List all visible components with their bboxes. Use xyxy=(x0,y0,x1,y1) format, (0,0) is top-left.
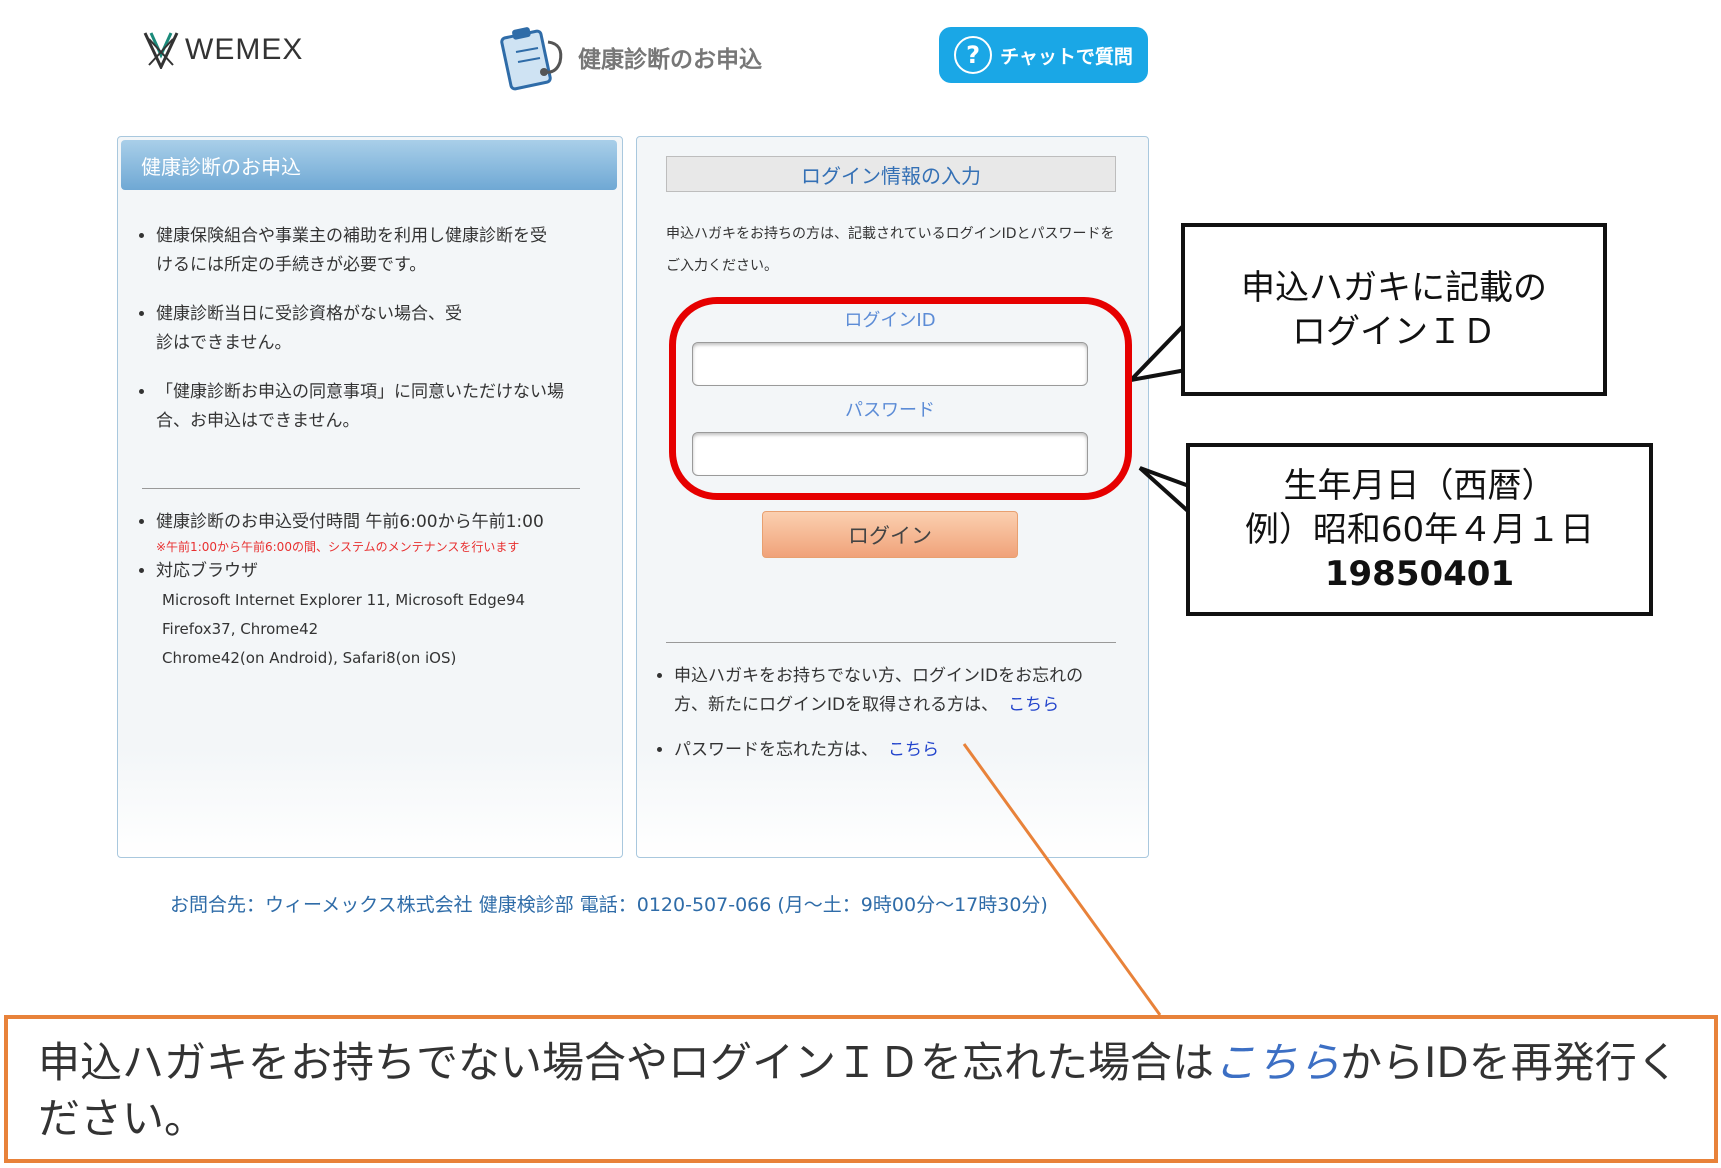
reissue-note: 申込ハガキをお持ちでない場合やログインＩＤを忘れた場合はこちらからIDを再発行く… xyxy=(4,1015,1718,1163)
orange-pointer-line xyxy=(962,743,1162,1016)
callout-pw-line1: 生年月日（西暦） xyxy=(1283,465,1556,506)
note-link-text: こちら xyxy=(1214,1038,1341,1087)
note-text-before: 申込ハガキをお持ちでない場合やログインＩＤを忘れた場合は xyxy=(38,1038,1215,1087)
callout-pw-line2: 例）昭和60年４月１日 xyxy=(1244,509,1595,550)
password-callout: 生年月日（西暦） 例）昭和60年４月１日 19850401 xyxy=(1186,443,1653,616)
callout-pw-line3: 19850401 xyxy=(1324,553,1515,594)
callout-id-line2: ログインＩＤ xyxy=(1292,311,1496,352)
callout-id-line1: 申込ハガキに記載の xyxy=(1241,267,1547,308)
login-id-callout: 申込ハガキに記載の ログインＩＤ xyxy=(1181,223,1607,396)
login-fields-highlight xyxy=(669,297,1132,500)
